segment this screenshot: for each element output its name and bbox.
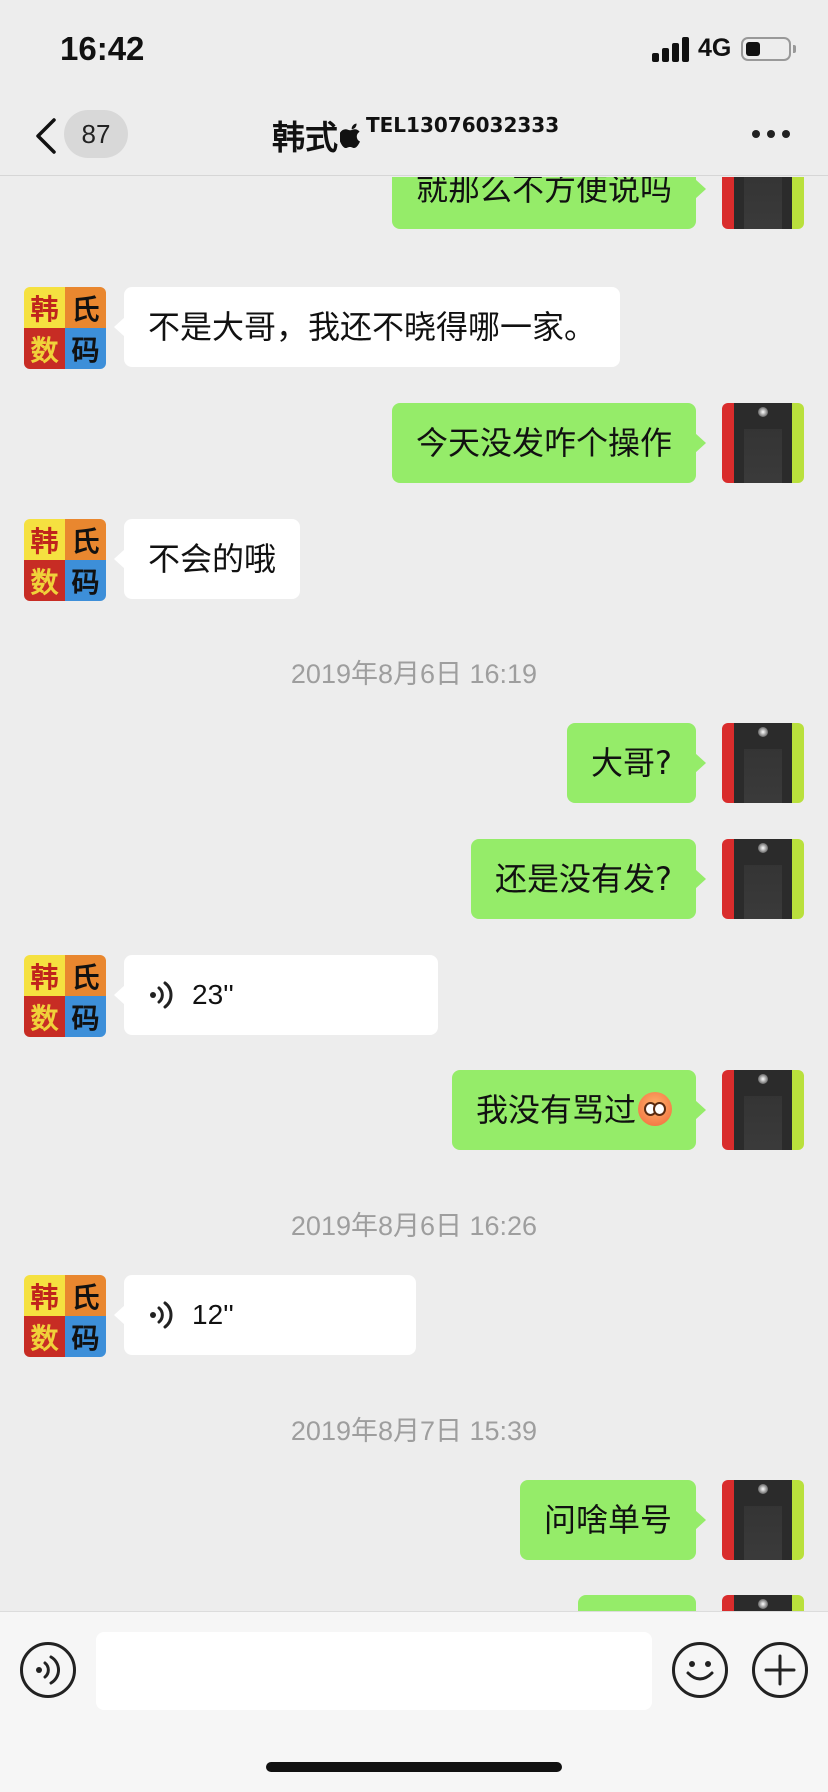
message-timestamp: 2019年8月6日 16:26	[290, 1211, 538, 1241]
battery-icon	[741, 37, 796, 61]
home-indicator[interactable]	[266, 1762, 562, 1772]
voice-duration: 12''	[192, 1299, 234, 1330]
outgoing-message-bubble[interactable]: 问啥单号	[519, 1480, 707, 1560]
contact-avatar[interactable]: 韩 氏 数 码	[24, 1275, 106, 1357]
plus-icon[interactable]	[752, 1642, 808, 1698]
plus-glyph-icon	[764, 1654, 796, 1686]
incoming-voice-message[interactable]: 12''	[114, 1275, 416, 1355]
incoming-message-bubble[interactable]: 不是大哥，我还不晓得哪一家。	[113, 287, 621, 367]
apple-icon	[340, 123, 360, 148]
self-avatar[interactable]	[722, 403, 804, 483]
voice-wave-icon	[36, 1655, 61, 1685]
unread-count-badge[interactable]: 87	[64, 110, 128, 158]
outgoing-message-bubble[interactable]: 还是没有发?	[471, 839, 706, 919]
chat-title: 韩式 TEL13076032333	[272, 110, 559, 160]
self-avatar[interactable]	[722, 177, 804, 229]
self-avatar[interactable]	[722, 1480, 804, 1560]
self-avatar[interactable]	[722, 1070, 804, 1150]
outgoing-message-bubble[interactable]: 今天没发咋个操作	[391, 403, 707, 483]
message-input[interactable]	[96, 1632, 652, 1710]
flushed-face-emoji	[638, 1092, 672, 1126]
chat-message-list[interactable]: 就那么不方便说吗 韩 氏 数 码 不是大哥，我还不晓得哪一家。 今天没发咋个操作…	[0, 177, 828, 1611]
message-timestamp: 2019年8月6日 16:19	[290, 659, 538, 689]
smiley-icon	[686, 1661, 714, 1681]
voice-wave-icon	[150, 981, 173, 1009]
outgoing-message-bubble[interactable]	[578, 1595, 696, 1611]
self-avatar[interactable]	[722, 839, 804, 919]
message-text: 我没有骂过	[475, 1091, 636, 1129]
nav-bar: 87 韩式 TEL13076032333	[0, 96, 828, 176]
contact-avatar[interactable]: 韩 氏 数 码	[24, 955, 106, 1037]
self-avatar[interactable]	[722, 723, 804, 803]
emoji-icon[interactable]	[672, 1642, 728, 1698]
voice-wave-icon	[150, 1301, 173, 1329]
outgoing-message-bubble[interactable]: 我没有骂过	[451, 1070, 707, 1150]
message-timestamp: 2019年8月7日 15:39	[290, 1416, 538, 1446]
outgoing-message-bubble[interactable]: 就那么不方便说吗	[391, 177, 707, 229]
voice-mode-icon[interactable]	[20, 1642, 76, 1698]
signal-icon	[652, 36, 692, 62]
chat-title-tel: TEL13076032333	[366, 113, 560, 137]
outgoing-message-bubble[interactable]: 大哥?	[567, 723, 706, 803]
voice-duration: 23''	[192, 979, 234, 1010]
self-avatar[interactable]	[722, 1595, 804, 1611]
status-bar: 16:42 4G	[0, 0, 828, 96]
incoming-message-bubble[interactable]: 不会的哦	[113, 519, 301, 599]
status-time: 16:42	[60, 30, 145, 67]
more-icon[interactable]	[752, 130, 792, 140]
contact-avatar[interactable]: 韩 氏 数 码	[24, 287, 106, 369]
contact-avatar[interactable]: 韩 氏 数 码	[24, 519, 106, 601]
network-type: 4G	[698, 34, 732, 62]
incoming-voice-message[interactable]: 23''	[114, 955, 438, 1035]
chat-title-name: 韩式	[272, 118, 338, 157]
